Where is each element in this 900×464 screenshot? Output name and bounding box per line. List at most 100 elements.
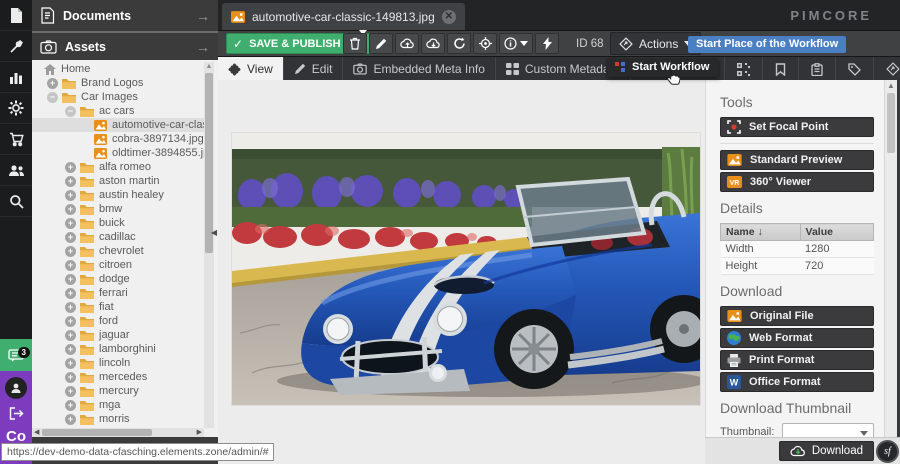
- tree-item[interactable]: +mercury: [32, 384, 204, 398]
- expand-icon[interactable]: +: [65, 288, 76, 299]
- tree-item[interactable]: +mga: [32, 398, 204, 412]
- tree-horizontal-scrollbar[interactable]: ◀ ▶: [32, 428, 204, 437]
- search-icon[interactable]: [0, 186, 32, 217]
- expand-icon[interactable]: +: [65, 316, 76, 327]
- info-dropdown-button[interactable]: [499, 33, 533, 54]
- download-button[interactable]: Download: [779, 441, 874, 461]
- tree-item[interactable]: oldtimer-3894855.jpg: [32, 146, 204, 160]
- reload-button[interactable]: [447, 33, 471, 54]
- tree-item[interactable]: +Brand Logos: [32, 76, 204, 90]
- tree-item[interactable]: +buick: [32, 216, 204, 230]
- delete-button[interactable]: [343, 33, 367, 54]
- locate-in-tree-button[interactable]: [473, 33, 497, 54]
- tab-bookmark[interactable]: [763, 57, 799, 81]
- tree-item[interactable]: +morris: [32, 412, 204, 426]
- expand-icon[interactable]: +: [65, 372, 76, 383]
- expand-arrow-icon[interactable]: →: [196, 39, 210, 55]
- tree-item[interactable]: +fiat: [32, 300, 204, 314]
- expand-icon[interactable]: +: [65, 344, 76, 355]
- details-col-name[interactable]: Name ↓: [721, 224, 801, 241]
- close-tab-icon[interactable]: ✕: [442, 10, 456, 24]
- expand-icon[interactable]: +: [65, 260, 76, 271]
- expand-icon[interactable]: +: [65, 232, 76, 243]
- logout-icon[interactable]: [9, 407, 24, 420]
- account-avatar[interactable]: [5, 377, 27, 399]
- thumbnail-select[interactable]: [782, 423, 874, 437]
- viewer-360-button[interactable]: VR 360° Viewer: [720, 172, 874, 192]
- download-office-button[interactable]: W Office Format: [720, 372, 874, 392]
- tree-item[interactable]: +mercedes: [32, 370, 204, 384]
- sidebar-collapse-handle[interactable]: ◀: [210, 223, 218, 241]
- tree-item[interactable]: automotive-car-classic-14: [32, 118, 204, 132]
- download-web-button[interactable]: Web Format: [720, 328, 874, 348]
- rename-button[interactable]: [369, 33, 393, 54]
- tree-item[interactable]: +lamborghini: [32, 342, 204, 356]
- tab-view[interactable]: View: [218, 57, 284, 81]
- tree-vertical-scrollbar[interactable]: ▲: [204, 62, 214, 428]
- tree-item[interactable]: +ferrari: [32, 286, 204, 300]
- tab-share[interactable]: [874, 57, 900, 81]
- tab-edit[interactable]: Edit: [284, 57, 344, 81]
- collapse-icon[interactable]: −: [47, 92, 58, 103]
- tree-item[interactable]: +ford: [32, 314, 204, 328]
- set-focal-point-button[interactable]: Set Focal Point: [720, 117, 874, 137]
- tree-item[interactable]: +austin healey: [32, 188, 204, 202]
- tree-item[interactable]: +dodge: [32, 272, 204, 286]
- apply-scheduled-button[interactable]: [535, 33, 559, 54]
- assets-panel-header[interactable]: Assets →: [32, 31, 218, 60]
- tab-workflow[interactable]: [725, 57, 763, 81]
- documents-panel-header[interactable]: Documents →: [32, 0, 218, 31]
- download-version-button[interactable]: [421, 33, 445, 54]
- tree-item[interactable]: +citroen: [32, 258, 204, 272]
- tree-item[interactable]: +chevrolet: [32, 244, 204, 258]
- scrollbar-thumb[interactable]: [42, 429, 152, 436]
- tree-item[interactable]: cobra-3897134.jpg: [32, 132, 204, 146]
- ecommerce-icon[interactable]: [0, 124, 32, 155]
- expand-icon[interactable]: +: [65, 176, 76, 187]
- tree-item[interactable]: +lincoln: [32, 356, 204, 370]
- tree-item[interactable]: +bmw: [32, 202, 204, 216]
- expand-icon[interactable]: +: [65, 358, 76, 369]
- download-original-button[interactable]: Original File: [720, 306, 874, 326]
- upload-button[interactable]: [395, 33, 419, 54]
- tree-item[interactable]: +cadillac: [32, 230, 204, 244]
- tree-item[interactable]: +alfa romeo: [32, 160, 204, 174]
- scroll-left-arrow[interactable]: ◀: [34, 428, 39, 437]
- vendor-badge[interactable]: sf: [876, 440, 899, 463]
- tree-item[interactable]: −ac cars: [32, 104, 204, 118]
- scroll-right-arrow[interactable]: ▶: [197, 428, 202, 437]
- tree-item[interactable]: +aston martin: [32, 174, 204, 188]
- expand-icon[interactable]: +: [65, 162, 76, 173]
- standard-preview-button[interactable]: Standard Preview: [720, 150, 874, 170]
- users-icon[interactable]: [0, 155, 32, 186]
- expand-icon[interactable]: +: [65, 330, 76, 341]
- tab-embedded-meta-info[interactable]: Embedded Meta Info: [343, 57, 495, 81]
- tree-item[interactable]: +jaguar: [32, 328, 204, 342]
- expand-icon[interactable]: +: [65, 414, 76, 425]
- tab-schedule[interactable]: [799, 57, 836, 81]
- expand-icon[interactable]: +: [65, 190, 76, 201]
- expand-icon[interactable]: +: [65, 386, 76, 397]
- expand-icon[interactable]: +: [65, 204, 76, 215]
- expand-icon[interactable]: +: [47, 78, 58, 89]
- tree-item[interactable]: Home: [32, 62, 204, 76]
- tab-tag[interactable]: [836, 57, 874, 81]
- collapse-icon[interactable]: −: [65, 106, 76, 117]
- download-print-button[interactable]: Print Format: [720, 350, 874, 370]
- feedback-button[interactable]: 3: [0, 339, 32, 371]
- tree-item[interactable]: −Car Images: [32, 90, 204, 104]
- expand-icon[interactable]: +: [65, 400, 76, 411]
- asset-preview-image[interactable]: [232, 133, 700, 405]
- expand-arrow-icon[interactable]: →: [196, 8, 210, 24]
- open-document-tab[interactable]: automotive-car-classic-149813.jpg ✕: [222, 3, 465, 30]
- details-col-value[interactable]: Value: [800, 224, 873, 241]
- tools-icon[interactable]: [0, 31, 32, 62]
- panel-scrollbar[interactable]: ▲: [884, 80, 897, 437]
- documents-icon[interactable]: [0, 0, 32, 31]
- settings-icon[interactable]: [0, 93, 32, 124]
- reports-icon[interactable]: [0, 62, 32, 93]
- expand-icon[interactable]: +: [65, 274, 76, 285]
- expand-icon[interactable]: +: [65, 302, 76, 313]
- scroll-up-arrow[interactable]: ▲: [885, 80, 897, 92]
- expand-icon[interactable]: +: [65, 246, 76, 257]
